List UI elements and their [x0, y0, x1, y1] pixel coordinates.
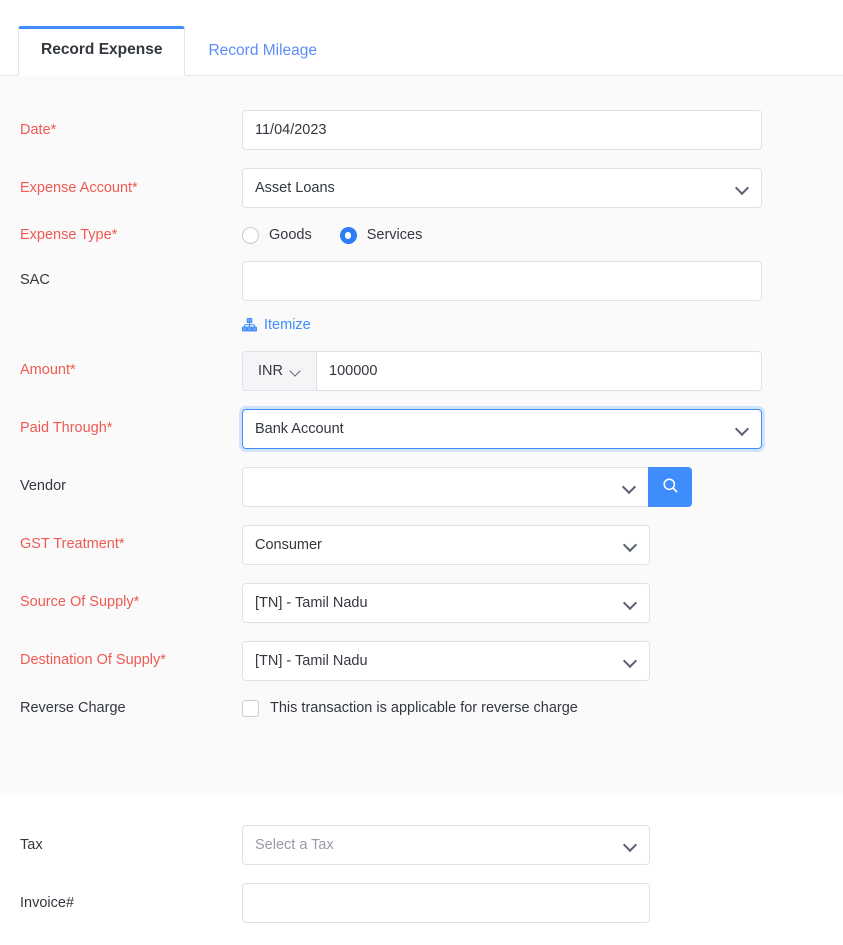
gst-treatment-label: GST Treatment* [20, 535, 242, 554]
vendor-row: Vendor [0, 467, 843, 507]
date-control: 11/04/2023 [242, 110, 762, 150]
tax-placeholder: Select a Tax [255, 837, 615, 853]
invoice-control [242, 883, 650, 923]
amount-row: Amount* INR 100000 [0, 351, 843, 391]
destination-of-supply-select[interactable]: [TN] - Tamil Nadu [242, 641, 650, 681]
radio-services-label: Services [367, 227, 423, 243]
amount-control: INR 100000 [242, 351, 762, 391]
paid-through-label: Paid Through* [20, 419, 242, 438]
vendor-search-button[interactable] [648, 467, 692, 507]
invoice-input[interactable] [242, 883, 650, 923]
chevron-down-icon [623, 596, 637, 610]
paid-through-select[interactable]: Bank Account [242, 409, 762, 449]
reverse-charge-control: This transaction is applicable for rever… [242, 700, 578, 717]
sac-input[interactable] [242, 261, 762, 301]
sac-row: SAC [0, 261, 843, 301]
expense-type-radio-group: Goods Services [242, 227, 450, 244]
expense-account-control: Asset Loans [242, 168, 762, 208]
paid-through-control: Bank Account [242, 409, 762, 449]
radio-services-circle[interactable] [340, 227, 357, 244]
radio-goods-label: Goods [269, 227, 312, 243]
destination-of-supply-value: [TN] - Tamil Nadu [255, 653, 615, 669]
vendor-control [242, 467, 692, 507]
destination-of-supply-row: Destination Of Supply* [TN] - Tamil Nadu [0, 641, 843, 681]
reverse-charge-label: Reverse Charge [20, 699, 242, 718]
amount-combo: INR 100000 [242, 351, 762, 391]
hierarchy-icon [242, 318, 264, 332]
gst-treatment-control: Consumer [242, 525, 650, 565]
reverse-charge-checkbox-text: This transaction is applicable for rever… [270, 700, 578, 716]
radio-goods-circle[interactable] [242, 227, 259, 244]
expense-details-section: Date* 11/04/2023 Expense Account* Asset … [0, 76, 843, 795]
tab-bar: Record Expense Record Mileage [0, 0, 843, 76]
paid-through-value: Bank Account [255, 421, 727, 437]
chevron-down-icon [623, 838, 637, 852]
tax-control: Select a Tax [242, 825, 650, 865]
destination-of-supply-control: [TN] - Tamil Nadu [242, 641, 650, 681]
chevron-down-icon [623, 654, 637, 668]
search-icon [662, 477, 679, 497]
tax-details-section: Tax Select a Tax Invoice# [0, 795, 843, 923]
tab-record-mileage-label: Record Mileage [208, 42, 317, 59]
tax-row: Tax Select a Tax [0, 825, 843, 865]
amount-value: 100000 [329, 363, 377, 379]
itemize-row: Itemize [0, 317, 843, 333]
tax-select[interactable]: Select a Tax [242, 825, 650, 865]
expense-account-label: Expense Account* [20, 179, 242, 198]
expense-account-row: Expense Account* Asset Loans [0, 168, 843, 208]
reverse-charge-row: Reverse Charge This transaction is appli… [0, 699, 843, 718]
sac-label: SAC [20, 271, 242, 290]
vendor-label: Vendor [20, 477, 242, 496]
gst-treatment-select[interactable]: Consumer [242, 525, 650, 565]
radio-option-services[interactable]: Services [340, 227, 423, 244]
expense-type-control: Goods Services [242, 227, 450, 244]
source-of-supply-label: Source Of Supply* [20, 593, 242, 612]
expense-account-select[interactable]: Asset Loans [242, 168, 762, 208]
itemize-label: Itemize [264, 317, 311, 333]
paid-through-row: Paid Through* Bank Account [0, 409, 843, 449]
invoice-row: Invoice# [0, 883, 843, 923]
expense-type-row: Expense Type* Goods Services [0, 226, 843, 245]
expense-account-value: Asset Loans [255, 180, 727, 196]
date-row: Date* 11/04/2023 [0, 110, 843, 150]
tab-record-mileage[interactable]: Record Mileage [185, 27, 340, 76]
chevron-down-icon [623, 538, 637, 552]
chevron-down-icon [622, 480, 636, 494]
gst-treatment-row: GST Treatment* Consumer [0, 525, 843, 565]
source-of-supply-row: Source Of Supply* [TN] - Tamil Nadu [0, 583, 843, 623]
chevron-down-icon [735, 181, 749, 195]
tax-label: Tax [20, 836, 242, 855]
gst-treatment-value: Consumer [255, 537, 615, 553]
tab-record-expense[interactable]: Record Expense [18, 26, 185, 76]
itemize-link[interactable]: Itemize [242, 317, 311, 333]
tab-record-expense-label: Record Expense [41, 41, 162, 58]
source-of-supply-value: [TN] - Tamil Nadu [255, 595, 615, 611]
chevron-down-icon [735, 422, 749, 436]
reverse-charge-checkbox[interactable] [242, 700, 259, 717]
amount-input[interactable]: 100000 [317, 352, 761, 390]
date-input[interactable]: 11/04/2023 [242, 110, 762, 150]
source-of-supply-select[interactable]: [TN] - Tamil Nadu [242, 583, 650, 623]
vendor-select[interactable] [242, 467, 648, 507]
expense-type-label: Expense Type* [20, 226, 242, 245]
currency-value: INR [258, 363, 283, 379]
amount-label: Amount* [20, 361, 242, 380]
reverse-charge-checkbox-wrap[interactable]: This transaction is applicable for rever… [242, 700, 578, 717]
vendor-wrap [242, 467, 692, 507]
source-of-supply-control: [TN] - Tamil Nadu [242, 583, 650, 623]
destination-of-supply-label: Destination Of Supply* [20, 651, 242, 670]
currency-select[interactable]: INR [243, 352, 317, 390]
sac-control [242, 261, 762, 301]
radio-option-goods[interactable]: Goods [242, 227, 312, 244]
invoice-label: Invoice# [20, 894, 242, 913]
date-label: Date* [20, 121, 242, 140]
chevron-down-icon [289, 365, 301, 377]
date-value: 11/04/2023 [255, 122, 749, 138]
